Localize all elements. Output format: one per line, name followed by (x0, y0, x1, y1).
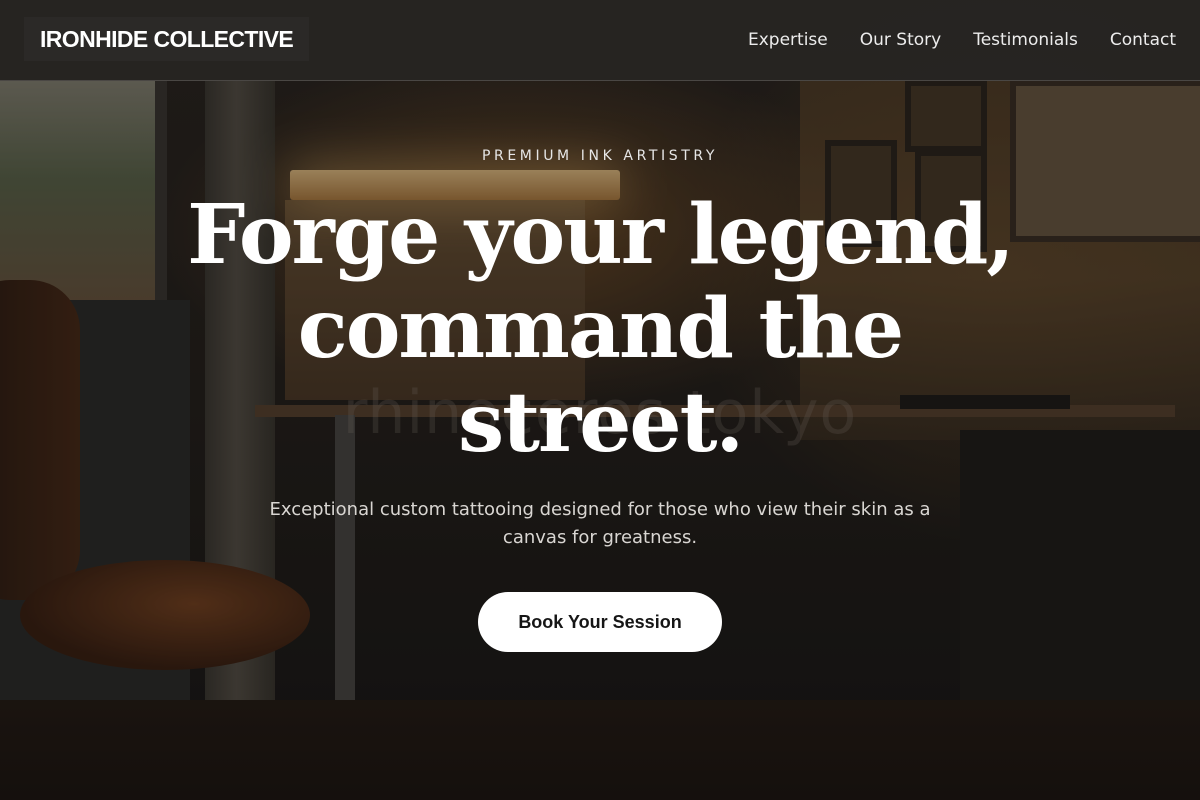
landing-page: rhinoceros tokyo IRONHIDE COLLECTIVE Exp… (0, 0, 1200, 800)
hero-subheading: Exceptional custom tattooing designed fo… (269, 499, 931, 548)
hero-headline: Forge your legend, command the street. (187, 187, 1015, 471)
book-session-button[interactable]: Book Your Session (478, 592, 722, 652)
nav-menu: Expertise Our Story Testimonials Contact (748, 0, 1176, 80)
nav-link-expertise[interactable]: Expertise (748, 30, 828, 50)
hero-eyebrow: PREMIUM INK ARTISTRY (481, 148, 719, 164)
brand-logo[interactable]: IRONHIDE COLLECTIVE (24, 17, 310, 61)
nav-link-testimonials[interactable]: Testimonials (973, 30, 1078, 50)
top-navigation-bar: IRONHIDE COLLECTIVE Expertise Our Story … (0, 0, 1200, 81)
nav-link-our-story[interactable]: Our Story (860, 30, 941, 50)
nav-link-contact[interactable]: Contact (1110, 30, 1176, 50)
